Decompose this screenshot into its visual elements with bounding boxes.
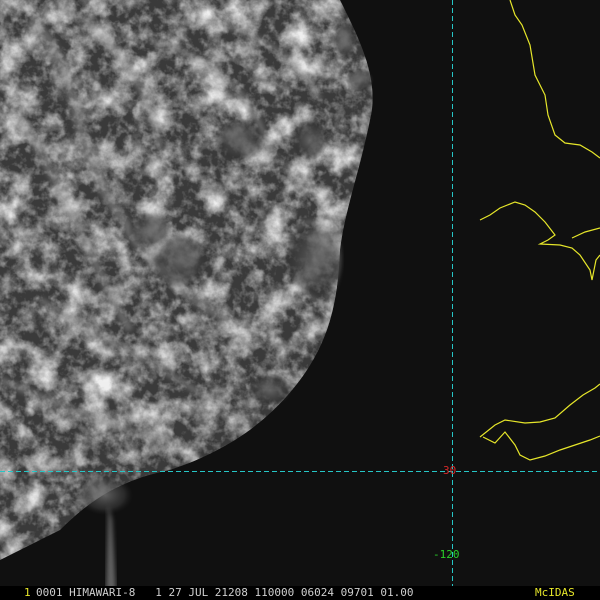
frame-number: 1 xyxy=(24,586,31,599)
image-metadata-text: 0001 HIMAWARI-8 1 27 JUL 21208 110000 06… xyxy=(36,586,414,599)
satellite-image xyxy=(0,0,600,600)
latitude-label: 30 xyxy=(443,464,457,477)
mcidas-branding: McIDAS xyxy=(535,586,575,599)
longitude-label: -120 xyxy=(433,548,460,561)
